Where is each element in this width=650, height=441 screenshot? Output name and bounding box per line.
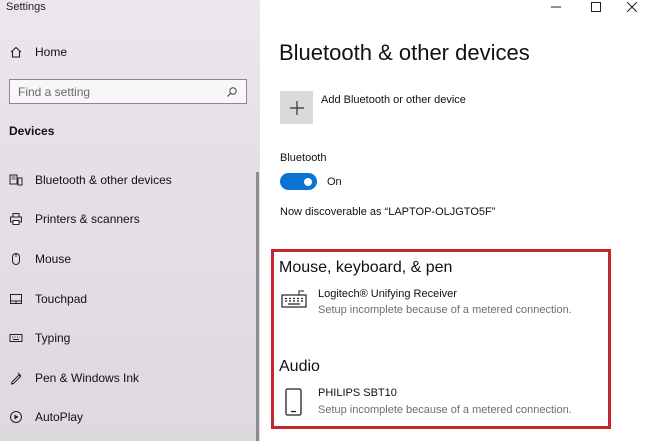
search-box[interactable] <box>9 79 247 104</box>
pen-icon <box>9 371 23 385</box>
home-label: Home <box>35 45 68 59</box>
device-name[interactable]: PHILIPS SBT10 <box>318 387 397 399</box>
sidebar-item-bluetooth[interactable]: Bluetooth & other devices <box>0 160 260 200</box>
add-device-label[interactable]: Add Bluetooth or other device <box>321 94 466 106</box>
toggle-knob <box>304 177 312 186</box>
printer-icon <box>9 212 23 226</box>
autoplay-icon <box>9 410 23 424</box>
phone-icon <box>285 388 302 421</box>
maximize-icon <box>591 2 601 12</box>
mouse-icon <box>9 252 23 266</box>
device-status: Setup incomplete because of a metered co… <box>318 304 572 316</box>
toggle-state-label: On <box>327 176 342 188</box>
sidebar-item-printers[interactable]: Printers & scanners <box>0 200 260 240</box>
sidebar-item-mouse[interactable]: Mouse <box>0 239 260 279</box>
sidebar-item-touchpad[interactable]: Touchpad <box>0 279 260 319</box>
search-icon[interactable] <box>226 86 238 98</box>
page-title: Bluetooth & other devices <box>279 40 530 65</box>
window-title: Settings <box>6 1 46 13</box>
sidebar-nav: Bluetooth & other devices Printers & sca… <box>0 160 260 437</box>
sidebar-item-typing[interactable]: Typing <box>0 318 260 358</box>
group-title-audio: Audio <box>279 358 320 375</box>
device-name[interactable]: Logitech® Unifying Receiver <box>318 288 457 300</box>
sidebar-item-label: Bluetooth & other devices <box>35 172 172 187</box>
close-button[interactable] <box>612 0 650 14</box>
device-status: Setup incomplete because of a metered co… <box>318 404 572 416</box>
sidebar: Settings Home Devices Bluetooth & other … <box>0 0 260 441</box>
bluetooth-devices-icon <box>9 173 23 187</box>
sidebar-scrollbar[interactable] <box>256 172 259 441</box>
close-icon <box>627 2 637 12</box>
keyboard-icon <box>281 290 307 315</box>
plus-icon <box>289 100 304 115</box>
bluetooth-toggle[interactable] <box>280 173 317 190</box>
sidebar-item-pen[interactable]: Pen & Windows Ink <box>0 358 260 398</box>
bluetooth-label: Bluetooth <box>280 152 327 164</box>
minimize-button[interactable] <box>536 0 576 14</box>
sidebar-item-label: Pen & Windows Ink <box>35 370 140 385</box>
sidebar-item-label: Typing <box>35 331 71 346</box>
keyboard-icon <box>9 331 23 345</box>
sidebar-item-label: Touchpad <box>35 291 88 306</box>
add-device-button[interactable] <box>280 91 313 124</box>
home-link[interactable]: Home <box>9 45 67 59</box>
section-title: Devices <box>9 124 55 138</box>
sidebar-item-autoplay[interactable]: AutoPlay <box>0 398 260 438</box>
group-title-input-devices: Mouse, keyboard, & pen <box>279 259 453 276</box>
sidebar-item-label: Mouse <box>35 251 72 266</box>
maximize-button[interactable] <box>576 0 616 14</box>
sidebar-item-label: AutoPlay <box>35 410 84 425</box>
search-input[interactable] <box>18 84 226 99</box>
minimize-icon <box>551 6 561 8</box>
sidebar-item-label: Printers & scanners <box>35 212 140 227</box>
home-icon <box>10 46 22 58</box>
touchpad-icon <box>9 292 23 306</box>
discoverable-text: Now discoverable as “LAPTOP-OLJGTO5F” <box>280 206 496 218</box>
